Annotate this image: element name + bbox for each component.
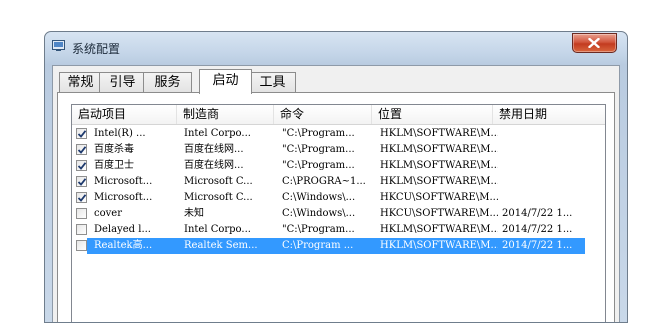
table-row[interactable]: 百度卫士 百度在线网... "C:\Program... HKLM\SOFTWARE\… [72, 158, 605, 174]
cell-date-disabled [502, 126, 602, 142]
cell-manufacturer: Microsoft C... [184, 176, 253, 187]
column-header-command[interactable]: 命令 [274, 105, 372, 124]
cell-startup-item: cover [94, 208, 122, 219]
cell-command: C:\Windows\... [282, 208, 356, 219]
table-row[interactable]: Microsoft... Microsoft C... C:\PROGRA~1...… [72, 174, 605, 190]
cell-manufacturer: Realtek Sem... [184, 240, 258, 251]
startup-item-checkbox[interactable] [76, 208, 87, 219]
list-header: 启动项目 制造商 命令 位置 禁用日期 [72, 105, 605, 125]
checkmark-icon [77, 178, 87, 186]
cell-location: HKLM\SOFTWARE\M... [380, 160, 498, 171]
column-header-manufacturer[interactable]: 制造商 [177, 105, 274, 124]
system-configuration-window: 系统配置 常规 引导 服务 启动 工具 启动项目 制造商 命令 位置 禁用日期 … [44, 31, 628, 323]
startup-item-checkbox[interactable] [76, 144, 87, 155]
table-row[interactable]: cover 未知 C:\Windows\... HKCU\SOFTWARE\M... 2… [72, 206, 605, 222]
column-header-location[interactable]: 位置 [372, 105, 493, 124]
cell-command: "C:\Program... [282, 160, 355, 171]
cell-command: C:\PROGRA~1... [282, 176, 366, 187]
cell-location: HKLM\SOFTWARE\M... [380, 240, 498, 251]
cell-startup-item: 百度杀毒 [94, 144, 134, 155]
cell-location: HKCU\SOFTWARE\M... [380, 192, 498, 203]
cell-date-disabled [502, 174, 602, 190]
checkmark-icon [77, 162, 87, 170]
tab-startup[interactable]: 启动 [199, 69, 252, 94]
column-header-date-disabled[interactable]: 禁用日期 [493, 105, 605, 124]
checkmark-icon [77, 130, 87, 138]
cell-command: "C:\Program... [282, 144, 355, 155]
cell-manufacturer: Microsoft C... [184, 192, 253, 203]
cell-location: HKLM\SOFTWARE\M... [380, 128, 498, 139]
table-row[interactable]: Delayed l... Intel Corpo... "C:\Program...… [72, 222, 605, 238]
cell-manufacturer: 百度在线网... [184, 160, 244, 171]
startup-item-checkbox[interactable] [76, 176, 87, 187]
cell-command: C:\Program ... [282, 240, 354, 251]
cell-command: "C:\Program... [282, 128, 355, 139]
close-icon [588, 38, 600, 48]
cell-command: "C:\Program... [282, 224, 355, 235]
title-bar[interactable]: 系统配置 [45, 32, 627, 62]
cell-location: HKLM\SOFTWARE\M... [380, 224, 498, 235]
table-row[interactable]: Intel(R) ... Intel Corpo... "C:\Program...… [72, 126, 605, 142]
cell-startup-item: Realtek高... [94, 240, 153, 251]
cell-date-disabled: 2014/7/22 1... [502, 208, 573, 219]
checkmark-icon [77, 194, 87, 202]
startup-item-checkbox[interactable] [76, 192, 87, 203]
cell-date-disabled [502, 158, 602, 174]
table-row[interactable]: 百度杀毒 百度在线网... "C:\Program... HKLM\SOFTWARE\… [72, 142, 605, 158]
startup-item-checkbox[interactable] [76, 160, 87, 171]
cell-location: HKCU\SOFTWARE\M... [380, 208, 498, 219]
tab-services[interactable]: 服务 [143, 72, 192, 93]
cell-startup-item: Delayed l... [94, 224, 151, 235]
cell-startup-item: 百度卫士 [94, 160, 134, 171]
cell-startup-item: Microsoft... [94, 192, 153, 203]
table-row[interactable]: Microsoft... Microsoft C... C:\Windows\...… [72, 190, 605, 206]
cell-date-disabled: 2014/7/22 1... [502, 240, 573, 251]
dialog-body: 常规 引导 服务 启动 工具 启动项目 制造商 命令 位置 禁用日期 Intel… [52, 65, 620, 322]
tab-general[interactable]: 常规 [59, 72, 102, 93]
cell-manufacturer: Intel Corpo... [184, 128, 251, 139]
tab-tools[interactable]: 工具 [249, 72, 296, 93]
startup-item-checkbox[interactable] [76, 224, 87, 235]
table-row[interactable]: Realtek高... Realtek Sem... C:\Program ... H… [72, 238, 605, 254]
cell-date-disabled [502, 190, 602, 206]
startup-item-checkbox[interactable] [76, 128, 87, 139]
close-button[interactable] [572, 33, 617, 53]
cell-date-disabled: 2014/7/22 1... [502, 224, 573, 235]
cell-startup-item: Microsoft... [94, 176, 153, 187]
cell-location: HKLM\SOFTWARE\M... [380, 176, 498, 187]
window-title: 系统配置 [72, 42, 121, 56]
checkmark-icon [77, 146, 87, 154]
cell-location: HKLM\SOFTWARE\M... [380, 144, 498, 155]
cell-manufacturer: 未知 [184, 208, 204, 219]
cell-manufacturer: Intel Corpo... [184, 224, 251, 235]
app-icon [52, 40, 65, 51]
cell-date-disabled [502, 142, 602, 158]
cell-manufacturer: 百度在线网... [184, 144, 244, 155]
cell-command: C:\Windows\... [282, 192, 356, 203]
startup-items-list[interactable]: 启动项目 制造商 命令 位置 禁用日期 Intel(R) ... Intel Co… [71, 104, 606, 322]
cell-startup-item: Intel(R) ... [94, 128, 146, 139]
tab-boot[interactable]: 引导 [99, 72, 146, 93]
column-header-startup-item[interactable]: 启动项目 [72, 105, 177, 124]
startup-tab-page: 启动项目 制造商 命令 位置 禁用日期 Intel(R) ... Intel Co… [57, 92, 615, 322]
startup-item-checkbox[interactable] [76, 240, 87, 251]
